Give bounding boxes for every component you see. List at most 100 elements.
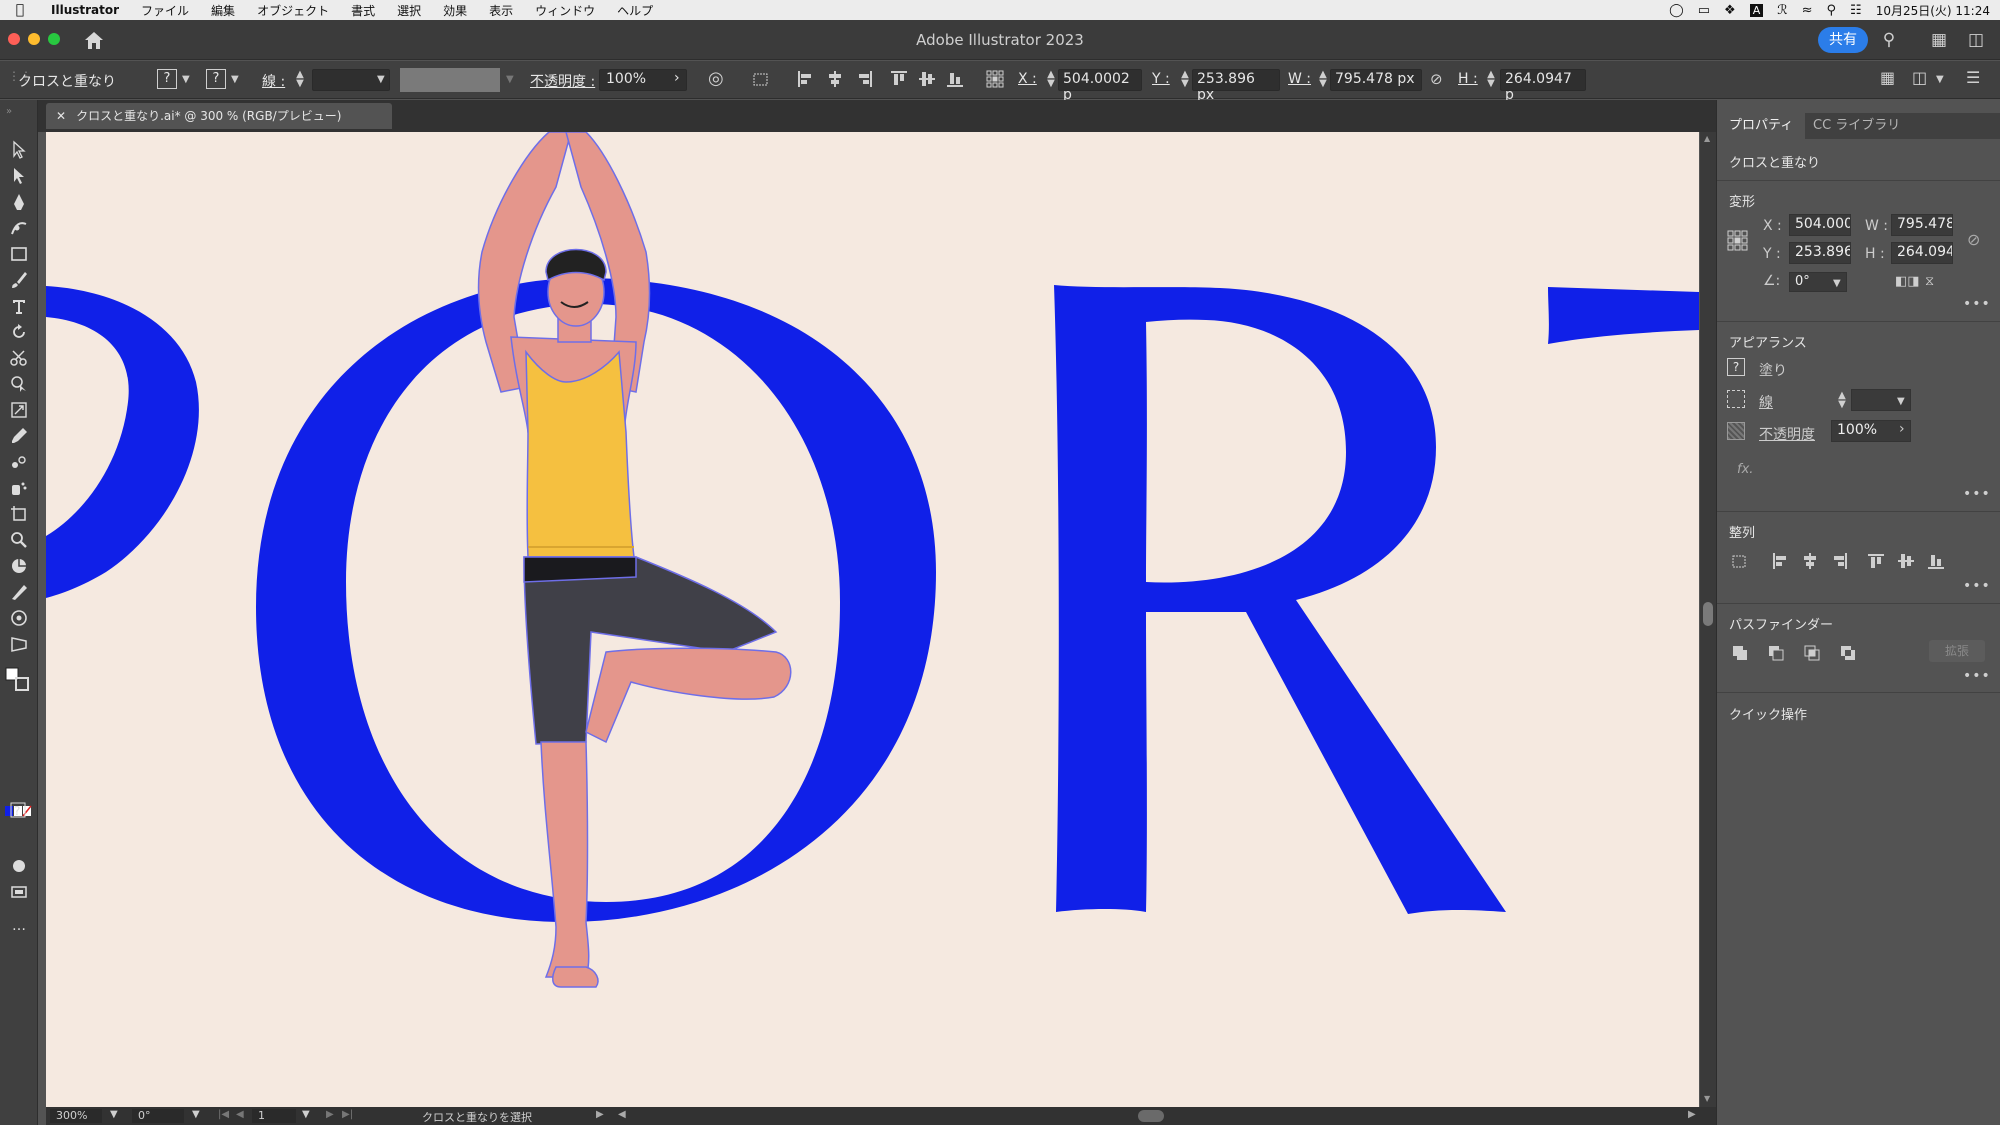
constrain-width-height-icon[interactable]: ⊘ <box>1967 230 1980 249</box>
appearance-more-options-icon[interactable]: ••• <box>1963 486 1991 502</box>
stroke-weight-stepper[interactable]: ▲ ▼ <box>295 70 305 89</box>
align-left-icon[interactable] <box>796 69 814 89</box>
menu-effect[interactable]: 効果 <box>432 2 478 19</box>
creative-cloud-icon[interactable]: ◯ <box>1669 3 1684 18</box>
toolbar-collapse-icon[interactable]: » <box>6 106 12 117</box>
pathfinder-expand-button[interactable]: 拡張 <box>1929 640 1985 662</box>
stroke-stepper[interactable]: ▲ ▼ <box>1837 391 1847 410</box>
rotate-angle-dropdown-icon[interactable]: ▼ <box>1833 278 1841 289</box>
input-method-icon[interactable]: A <box>1749 3 1764 17</box>
shape-builder-tool-icon[interactable] <box>9 374 29 394</box>
pathfinder-minus-front-icon[interactable] <box>1767 644 1785 662</box>
fill-stroke-swatch-icon[interactable] <box>4 666 32 694</box>
last-artboard-icon[interactable]: ▶| <box>342 1109 353 1120</box>
screen-mode-icon[interactable] <box>9 882 29 902</box>
document-tab[interactable]: ✕ クロスと重なり.ai* @ 300 % (RGB/プレビュー) <box>46 103 392 129</box>
rectangle-tool-icon[interactable] <box>9 244 29 264</box>
effects-fx-button[interactable]: fx. <box>1737 462 1753 477</box>
zoom-dropdown-icon[interactable]: ▼ <box>110 1109 118 1120</box>
transform-x-field[interactable]: 504.000 <box>1789 214 1851 236</box>
vertical-scroll-thumb[interactable] <box>1703 602 1713 626</box>
menu-app[interactable]: Illustrator <box>40 3 130 17</box>
align-bottom-icon[interactable] <box>946 69 964 89</box>
transform-w-field[interactable]: 795.478 <box>1891 214 1953 236</box>
live-paint-tool-icon[interactable] <box>9 608 29 628</box>
next-artboard-icon[interactable]: ▶ <box>326 1109 334 1120</box>
opacity-expand-chevron-icon[interactable]: › <box>674 70 680 86</box>
fill-dropdown-chevron-icon[interactable]: ▼ <box>182 74 190 85</box>
x-label[interactable]: X : <box>1018 71 1037 87</box>
constrain-proportions-icon[interactable]: ⊘ <box>1430 70 1443 88</box>
bluetooth-icon[interactable]: ℛ <box>1777 3 1787 18</box>
pathfinder-unite-icon[interactable] <box>1731 644 1749 662</box>
drawing-modes-icon[interactable] <box>9 856 29 876</box>
control-bar-menu-icon[interactable]: ☰ <box>1966 68 1980 87</box>
menu-type[interactable]: 書式 <box>340 2 386 19</box>
align-horizontal-center-icon[interactable] <box>826 69 844 89</box>
letter-p-glyph[interactable] <box>46 286 199 598</box>
perspective-tool-icon[interactable] <box>9 634 29 654</box>
pathfinder-more-options-icon[interactable]: ••• <box>1963 668 1991 684</box>
menu-object[interactable]: オブジェクト <box>246 2 340 19</box>
rotation-field[interactable]: 0° <box>132 1109 184 1123</box>
artboard-number-field[interactable]: 1 <box>252 1109 296 1123</box>
tab-cc-libraries[interactable]: CC ライブラリ <box>1801 113 1912 139</box>
w-stepper[interactable]: ▲ ▼ <box>1318 70 1328 89</box>
opacity-panel-expand-icon[interactable]: › <box>1899 421 1905 437</box>
share-button[interactable]: 共有 <box>1818 27 1868 53</box>
stroke-weight-label[interactable]: 線 : <box>262 71 285 91</box>
apple-menu-icon[interactable]:  <box>0 2 40 18</box>
curvature-tool-icon[interactable] <box>9 218 29 238</box>
artboard-tool-icon[interactable] <box>9 504 29 524</box>
selection-tool-icon[interactable] <box>9 140 29 160</box>
dropbox-icon[interactable]: ❖ <box>1724 3 1736 18</box>
stroke-dropdown-chevron-icon[interactable]: ▼ <box>231 74 239 85</box>
align-right-icon[interactable] <box>856 69 874 89</box>
hand-tool-icon[interactable] <box>9 556 29 576</box>
letter-r-glyph[interactable] <box>1054 285 1506 914</box>
previous-artboard-icon[interactable]: ◀ <box>236 1109 244 1120</box>
pathfinder-exclude-icon[interactable] <box>1839 644 1857 662</box>
first-artboard-icon[interactable]: |◀ <box>218 1109 229 1120</box>
menu-window[interactable]: ウィンドウ <box>524 2 606 19</box>
stroke-weight-panel-dropdown-icon[interactable]: ▼ <box>1897 396 1905 407</box>
rotate-tool-icon[interactable] <box>9 322 29 342</box>
scissors-tool-icon[interactable] <box>9 348 29 368</box>
align-panel-icon[interactable]: ◫ <box>1912 68 1927 87</box>
menu-select[interactable]: 選択 <box>386 2 432 19</box>
transform-more-options-icon[interactable]: ••• <box>1963 296 1991 312</box>
display-icon[interactable]: ▭ <box>1698 3 1710 18</box>
x-field[interactable]: 504.0002 p <box>1058 69 1142 103</box>
w-field[interactable]: 795.478 px <box>1330 69 1422 91</box>
zoom-level-field[interactable]: 300% <box>50 1109 102 1123</box>
rotation-dropdown-icon[interactable]: ▼ <box>192 1109 200 1120</box>
panel-align-right-icon[interactable] <box>1831 552 1849 570</box>
menu-help[interactable]: ヘルプ <box>606 2 664 19</box>
h-stepper[interactable]: ▲ ▼ <box>1486 70 1496 89</box>
direct-selection-tool-icon[interactable] <box>9 166 29 186</box>
transform-y-field[interactable]: 253.896 <box>1789 242 1851 264</box>
flip-horizontal-icon[interactable]: ◧◨ <box>1895 274 1920 289</box>
paintbrush-tool-icon[interactable] <box>9 270 29 290</box>
align-vertical-center-icon[interactable] <box>918 69 936 89</box>
letter-t-glyph[interactable] <box>1548 287 1699 344</box>
search-icon[interactable]: ⚲ <box>1878 29 1900 51</box>
variable-width-profile[interactable] <box>400 68 500 92</box>
brush-dropdown-icon[interactable]: ▼ <box>506 74 514 85</box>
h-field[interactable]: 264.0947 p <box>1500 69 1586 103</box>
pen-tool-icon[interactable] <box>9 192 29 212</box>
transform-h-field[interactable]: 264.094 <box>1891 242 1953 264</box>
vertical-scrollbar[interactable]: ▲ ▼ <box>1700 132 1716 1107</box>
control-center-icon[interactable]: ☷ <box>1850 3 1862 18</box>
symbol-sprayer-tool-icon[interactable] <box>9 478 29 498</box>
opacity-label[interactable]: 不透明度 : <box>530 71 595 91</box>
scroll-up-icon[interactable]: ▲ <box>1704 134 1710 143</box>
menu-file[interactable]: ファイル <box>130 2 200 19</box>
recolor-artwork-icon[interactable]: ◎ <box>708 68 724 89</box>
artboard-dropdown-icon[interactable]: ▼ <box>302 1109 310 1120</box>
y-label[interactable]: Y : <box>1152 71 1170 87</box>
stroke-unknown-swatch-icon[interactable] <box>1727 390 1745 408</box>
reference-point-locator-icon[interactable] <box>1727 230 1749 252</box>
scroll-right-icon[interactable]: ▶ <box>1688 1109 1696 1120</box>
workspace-switcher-icon[interactable]: ▦ <box>1928 29 1950 51</box>
